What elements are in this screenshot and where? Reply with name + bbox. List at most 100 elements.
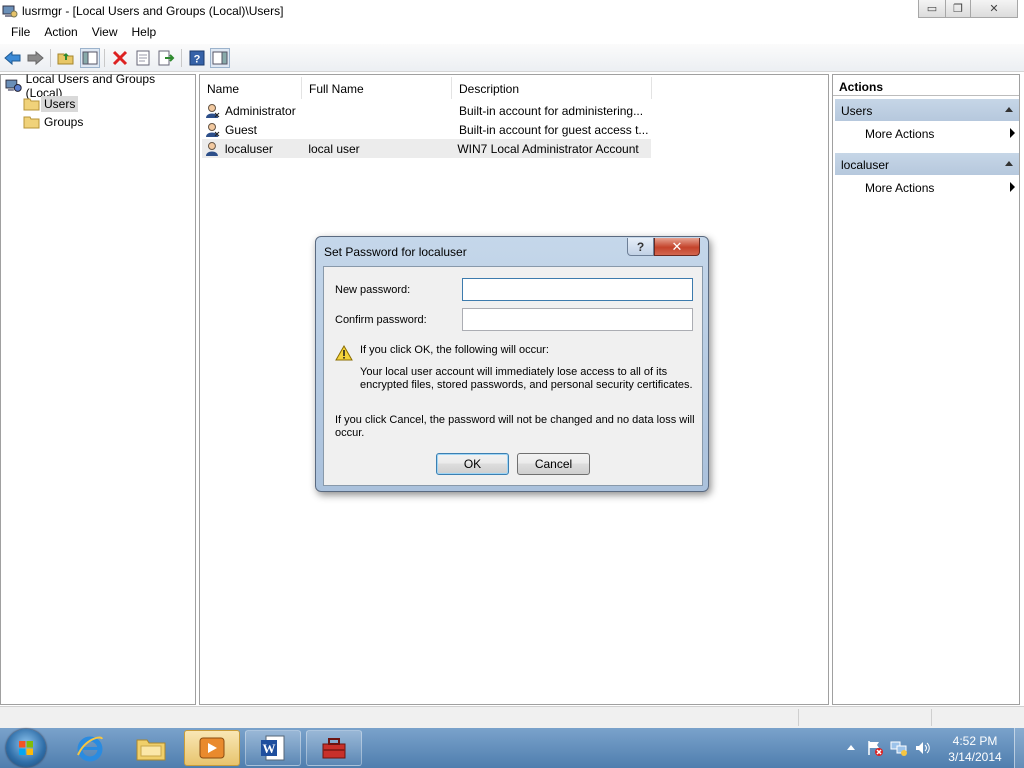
confirm-password-label: Confirm password: [335,314,427,326]
more-actions-localuser[interactable]: More Actions [865,181,1015,195]
folder-icon [23,98,40,111]
close-icon: ✕ [989,3,999,15]
user-name: localuser [224,141,273,156]
action-group-users[interactable]: Users [835,99,1019,121]
volume-icon[interactable] [914,740,932,756]
column-full-name[interactable]: Full Name [302,77,452,99]
delete-button[interactable] [110,48,130,68]
user-name: Administrator [225,103,296,118]
clock[interactable]: 4:52 PM 3/14/2014 [940,733,1010,765]
toolbox-icon [322,738,346,759]
folder-icon [23,116,40,129]
clock-date: 3/14/2014 [948,750,1002,764]
show-hidden-icons[interactable] [846,743,856,751]
user-description: Built-in account for administering... [459,103,644,118]
internet-explorer-icon [77,736,103,762]
back-arrow-icon [4,50,21,66]
taskbar-windows-explorer[interactable] [123,730,179,766]
help-button[interactable]: ? [187,48,207,68]
user-description: Built-in account for guest access t... [459,122,649,137]
submenu-arrow-icon [1010,128,1015,138]
new-password-label: New password: [335,284,411,296]
menu-action[interactable]: Action [37,22,84,44]
column-name[interactable]: Name [200,77,302,99]
clock-time: 4:52 PM [952,734,998,748]
up-one-level-button[interactable] [56,48,76,68]
user-icon [206,103,220,118]
users-groups-icon [5,79,22,92]
close-icon: ✕ [671,238,683,254]
show-hide-tree-button[interactable] [80,48,100,68]
more-actions-users[interactable]: More Actions [865,127,1015,141]
table-row[interactable]: Administrator Built-in account for admin… [202,101,654,120]
confirm-password-field[interactable] [462,308,693,331]
tree-root[interactable]: Local Users and Groups (Local) [5,72,195,100]
action-center-icon[interactable] [866,740,884,756]
user-description: WIN7 Local Administrator Account [457,141,639,156]
column-description[interactable]: Description [452,77,652,99]
actions-header: Actions [833,75,1019,96]
collapse-icon [1005,161,1013,166]
maximize-button[interactable]: ❐ [945,0,971,18]
more-actions-label: More Actions [865,127,935,141]
export-list-icon [158,50,175,66]
show-hide-action-pane-button[interactable] [210,48,230,68]
start-button[interactable] [6,729,46,767]
user-icon [206,122,220,137]
action-group-users-label: Users [841,104,873,118]
new-password-field[interactable] [462,278,693,301]
media-player-icon [199,737,225,759]
network-icon[interactable] [890,740,908,756]
dialog-close-button[interactable]: ✕ [654,238,700,256]
title-bar: lusrmgr - [Local Users and Groups (Local… [0,0,1024,22]
taskbar-toolbox[interactable] [306,730,362,766]
up-folder-icon [57,53,74,65]
user-full-name: local user [308,141,360,156]
tree-item-groups-label: Groups [44,115,84,129]
taskbar-media-player[interactable] [184,730,240,766]
export-list-button[interactable] [156,48,176,68]
tree-item-users[interactable]: Users [23,95,79,113]
table-row[interactable]: localuser local user WIN7 Local Administ… [202,139,651,158]
more-actions-label: More Actions [865,181,935,195]
menu-view[interactable]: View [85,22,125,44]
tree-pane: Local Users and Groups (Local) Users Gro… [0,72,196,705]
cancel-button[interactable]: Cancel [517,453,590,475]
windows-explorer-icon [136,739,166,761]
menu-bar: File Action View Help [0,22,1024,44]
back-button[interactable] [3,48,23,68]
minimize-button[interactable]: ▭ [918,0,946,18]
menu-file[interactable]: File [4,22,37,44]
properties-button[interactable] [133,48,153,68]
menu-help[interactable]: Help [125,22,164,44]
action-group-localuser[interactable]: localuser [835,153,1019,175]
svg-text:W: W [263,741,276,756]
action-group-localuser-label: localuser [841,158,890,172]
properties-icon [136,50,150,66]
minimize-icon: ▭ [926,3,938,15]
toolbar: ? [0,44,1024,72]
taskbar-word[interactable]: W [245,730,301,766]
warning-line-2: encrypted files, stored passwords, and p… [360,379,693,391]
help-icon: ? [189,50,205,66]
submenu-arrow-icon [1010,182,1015,192]
svg-text:?: ? [194,54,201,66]
warning-title: If you click OK, the following will occu… [360,344,549,356]
collapse-icon [1005,107,1013,112]
forward-button[interactable] [25,48,45,68]
tree-item-groups[interactable]: Groups [23,113,86,131]
ok-button[interactable]: OK [436,453,509,475]
dialog-help-button[interactable]: ? [627,238,654,256]
actions-pane: Actions Users More Actions localuser Mor… [832,74,1020,705]
show-hide-action-pane-icon [212,51,228,65]
help-icon: ? [636,239,645,254]
show-hide-tree-icon [82,51,98,65]
computer-management-icon [2,5,18,18]
cancel-info-line-2: occur. [335,427,365,439]
taskbar-internet-explorer[interactable] [62,730,118,766]
table-row[interactable]: Guest Built-in account for guest access … [202,120,654,139]
show-desktop-button[interactable] [1014,728,1024,768]
delete-icon [112,50,128,66]
close-button[interactable]: ✕ [970,0,1018,18]
set-password-dialog: Set Password for localuser ? ✕ New passw… [315,236,709,492]
